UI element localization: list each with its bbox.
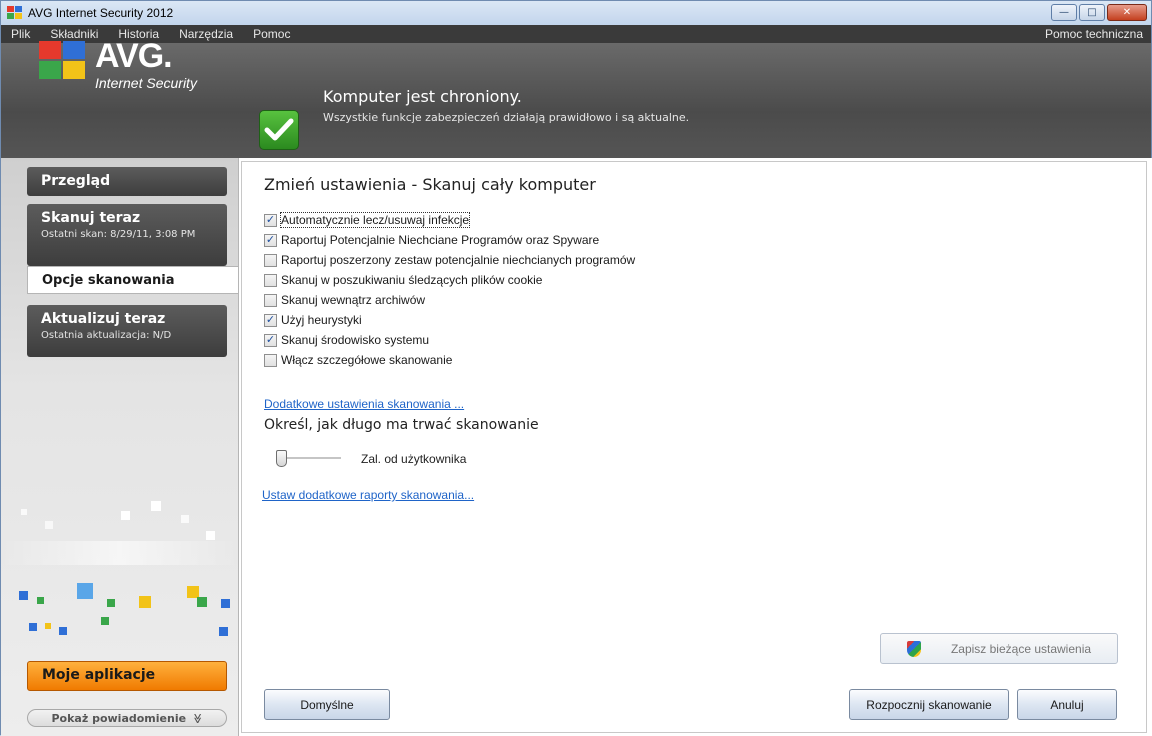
window-controls: — □ ✕ (1051, 4, 1147, 21)
checkbox[interactable] (264, 253, 277, 267)
cancel-button[interactable]: Anuluj (1017, 689, 1117, 720)
sidebar-item-scan-now[interactable]: Skanuj teraz Ostatni skan: 8/29/11, 3:08… (27, 204, 227, 266)
sidebar-item-label: Aktualizuj teraz (41, 311, 166, 327)
my-apps-button[interactable]: Moje aplikacje (27, 661, 227, 691)
option-heuristics[interactable]: ✓ Użyj heurystyki (264, 310, 635, 330)
close-button[interactable]: ✕ (1107, 4, 1147, 21)
scan-options-list: ✓ Automatycznie lecz/usuwaj infekcje ✓ R… (264, 210, 635, 370)
save-settings-button[interactable]: Zapisz bieżące ustawienia (880, 633, 1118, 664)
option-thorough-scan[interactable]: Włącz szczegółowe skanowanie (264, 350, 635, 370)
status-subtitle: Wszystkie funkcje zabezpieczeń działają … (323, 111, 690, 124)
option-label: Użyj heurystyki (281, 313, 362, 327)
checkbox[interactable] (264, 273, 277, 287)
protected-check-icon (259, 110, 299, 150)
show-notification-label: Pokaż powiadomienie (51, 711, 187, 725)
menu-help[interactable]: Pomoc (243, 27, 300, 41)
checkbox[interactable]: ✓ (264, 333, 277, 347)
page-title: Zmień ustawienia - Skanuj cały komputer (264, 175, 596, 194)
avg-logo: AVG. Internet Security (39, 37, 219, 97)
avg-logo-icon (39, 41, 89, 83)
minimize-button[interactable]: — (1051, 4, 1077, 21)
option-label: Skanuj w poszukiwaniu śledzących plików … (281, 273, 543, 287)
checkbox[interactable]: ✓ (264, 213, 277, 227)
sidebar-item-scan-options[interactable]: Opcje skanowania (27, 266, 239, 294)
app-window: AVG Internet Security 2012 — □ ✕ Plik Sk… (0, 0, 1152, 736)
duration-slider-track[interactable] (279, 457, 341, 459)
option-tracking-cookies[interactable]: Skanuj w poszukiwaniu śledzących plików … (264, 270, 635, 290)
extra-reports-link[interactable]: Ustaw dodatkowe raporty skanowania... (262, 488, 474, 502)
menu-tech-support[interactable]: Pomoc techniczna (1035, 27, 1151, 41)
sidebar-item-update-now[interactable]: Aktualizuj teraz Ostatnia aktualizacja: … (27, 305, 227, 357)
option-auto-heal[interactable]: ✓ Automatycznie lecz/usuwaj infekcje (264, 210, 635, 230)
status-title: Komputer jest chroniony. (323, 87, 522, 106)
sidebar-item-label: Przegląd (41, 173, 111, 189)
option-label: Włącz szczegółowe skanowanie (281, 353, 453, 367)
double-chevron-down-icon: ≫ (191, 712, 203, 724)
option-label: Skanuj wewnątrz archiwów (281, 293, 426, 307)
defaults-button[interactable]: Domyślne (264, 689, 390, 720)
last-update-info: Ostatnia aktualizacja: N/D (41, 330, 172, 341)
checkbox[interactable] (264, 293, 277, 307)
avg-logo-icon (7, 6, 23, 20)
option-report-pup[interactable]: ✓ Raportuj Potencjalnie Niechciane Progr… (264, 230, 635, 250)
decorative-pixels (1, 491, 238, 641)
save-settings-label: Zapisz bieżące ustawienia (950, 641, 1092, 656)
option-label: Skanuj środowisko systemu (281, 333, 430, 347)
duration-slider-handle[interactable] (276, 450, 287, 467)
shield-icon (906, 640, 921, 657)
menu-file[interactable]: Plik (1, 27, 40, 41)
duration-label: Zal. od użytkownika (361, 452, 467, 466)
extra-settings-link[interactable]: Dodatkowe ustawienia skanowania ... (264, 397, 464, 411)
sidebar-item-label: Skanuj teraz (41, 210, 141, 226)
sidebar-item-overview[interactable]: Przegląd (27, 167, 227, 196)
logo-text: AVG. (95, 37, 173, 75)
logo-subtitle: Internet Security (95, 75, 197, 91)
show-notification-button[interactable]: Pokaż powiadomienie ≫ (27, 709, 227, 727)
checkbox[interactable]: ✓ (264, 313, 277, 327)
duration-title: Określ, jak długo ma trwać skanowanie (264, 417, 539, 433)
option-label: Raportuj poszerzony zestaw potencjalnie … (281, 253, 636, 267)
checkbox[interactable] (264, 353, 277, 367)
maximize-button[interactable]: □ (1079, 4, 1105, 21)
option-label: Raportuj Potencjalnie Niechciane Program… (281, 233, 600, 247)
option-report-extended-pup[interactable]: Raportuj poszerzony zestaw potencjalnie … (264, 250, 635, 270)
checkbox[interactable]: ✓ (264, 233, 277, 247)
title-bar: AVG Internet Security 2012 — □ ✕ (1, 1, 1151, 25)
option-scan-archives[interactable]: Skanuj wewnątrz archiwów (264, 290, 635, 310)
window-title: AVG Internet Security 2012 (28, 6, 174, 20)
option-system-environment[interactable]: ✓ Skanuj środowisko systemu (264, 330, 635, 350)
last-scan-info: Ostatni skan: 8/29/11, 3:08 PM (41, 229, 196, 240)
start-scan-button[interactable]: Rozpocznij skanowanie (849, 689, 1009, 720)
option-label: Automatycznie lecz/usuwaj infekcje (279, 212, 471, 228)
